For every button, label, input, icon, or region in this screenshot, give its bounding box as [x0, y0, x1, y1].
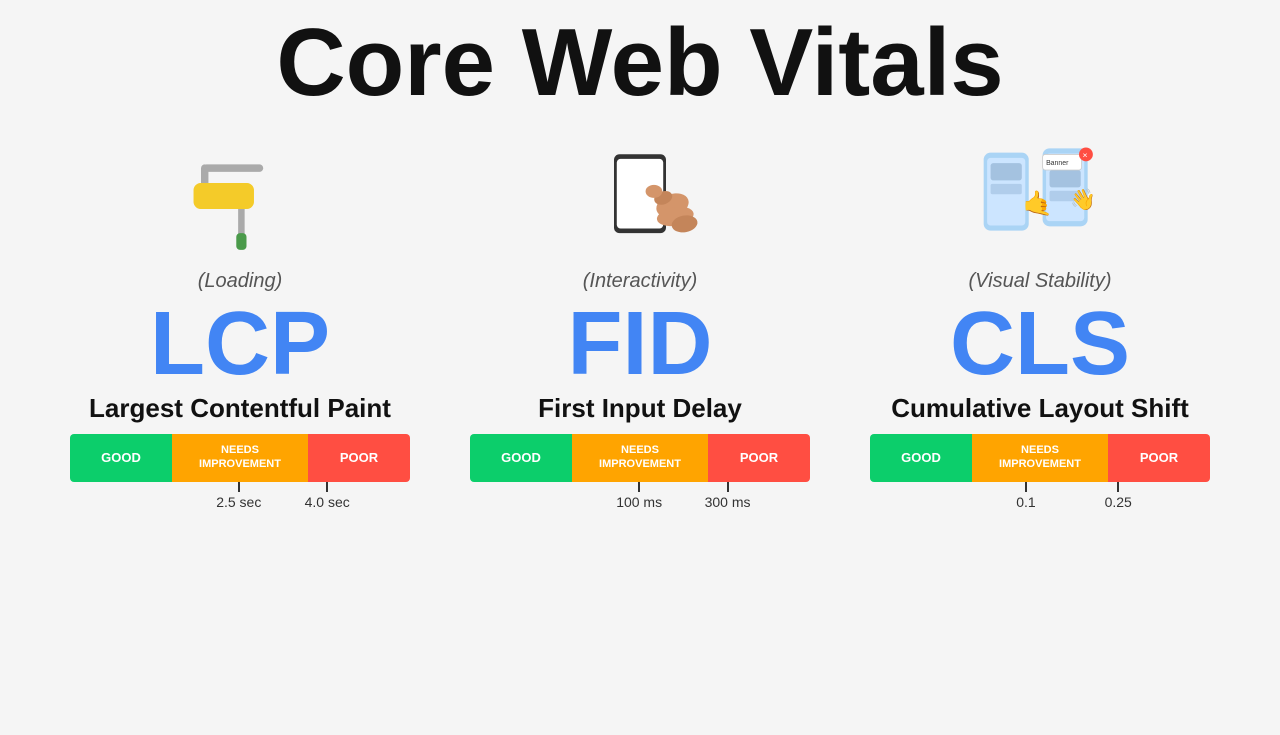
lcp-subtitle: (Loading) — [198, 270, 283, 293]
svg-text:🤙: 🤙 — [1023, 189, 1053, 217]
lcp-name: Largest Contentful Paint — [89, 393, 391, 424]
fid-scale: GOOD NEEDSIMPROVEMENT POOR 100 ms 300 ms — [470, 434, 810, 512]
lcp-poor: POOR — [308, 434, 410, 482]
cls-name: Cumulative Layout Shift — [891, 393, 1189, 424]
metrics-container: (Loading) LCP Largest Contentful Paint G… — [0, 126, 1280, 512]
cls-good: GOOD — [870, 434, 972, 482]
cls-scale: GOOD NEEDSIMPROVEMENT POOR 0.1 0.25 — [870, 434, 1210, 512]
cls-poor: POOR — [1108, 434, 1210, 482]
fid-marker2: 300 ms — [705, 482, 751, 510]
lcp-acronym: LCP — [150, 299, 330, 389]
fid-acronym: FID — [568, 299, 713, 389]
cls-needs: NEEDSIMPROVEMENT — [972, 434, 1108, 482]
cls-markers: 0.1 0.25 — [870, 482, 1210, 512]
lcp-icon — [175, 126, 305, 266]
fid-poor: POOR — [708, 434, 810, 482]
fid-markers: 100 ms 300 ms — [470, 482, 810, 512]
lcp-scale: GOOD NEEDSIMPROVEMENT POOR 2.5 sec 4.0 s… — [70, 434, 410, 512]
fid-subtitle: (Interactivity) — [583, 270, 697, 293]
cls-scale-bar: GOOD NEEDSIMPROVEMENT POOR — [870, 434, 1210, 482]
lcp-marker2: 4.0 sec — [305, 482, 350, 510]
lcp-good: GOOD — [70, 434, 172, 482]
fid-needs: NEEDSIMPROVEMENT — [572, 434, 708, 482]
svg-text:👋: 👋 — [1070, 187, 1096, 212]
metric-card-lcp: (Loading) LCP Largest Contentful Paint G… — [40, 126, 440, 512]
fid-marker1: 100 ms — [616, 482, 662, 510]
fid-name: First Input Delay — [538, 393, 742, 424]
cls-icon: Banner × 🤙 👋 — [975, 126, 1105, 266]
fid-scale-bar: GOOD NEEDSIMPROVEMENT POOR — [470, 434, 810, 482]
svg-text:×: × — [1082, 149, 1087, 159]
lcp-needs: NEEDSIMPROVEMENT — [172, 434, 308, 482]
fid-icon — [575, 126, 705, 266]
lcp-marker1: 2.5 sec — [216, 482, 261, 510]
cls-marker1: 0.1 — [1016, 482, 1035, 510]
fid-good: GOOD — [470, 434, 572, 482]
svg-text:Banner: Banner — [1046, 159, 1069, 166]
lcp-markers: 2.5 sec 4.0 sec — [70, 482, 410, 512]
metric-card-fid: (Interactivity) FID First Input Delay GO… — [440, 126, 840, 512]
lcp-scale-bar: GOOD NEEDSIMPROVEMENT POOR — [70, 434, 410, 482]
page-title: Core Web Vitals — [276, 10, 1003, 116]
cls-subtitle: (Visual Stability) — [968, 270, 1111, 293]
metric-card-cls: Banner × 🤙 👋 (Visual Stability) CLS Cumu… — [840, 126, 1240, 512]
cls-marker2: 0.25 — [1105, 482, 1132, 510]
cls-acronym: CLS — [950, 299, 1130, 389]
